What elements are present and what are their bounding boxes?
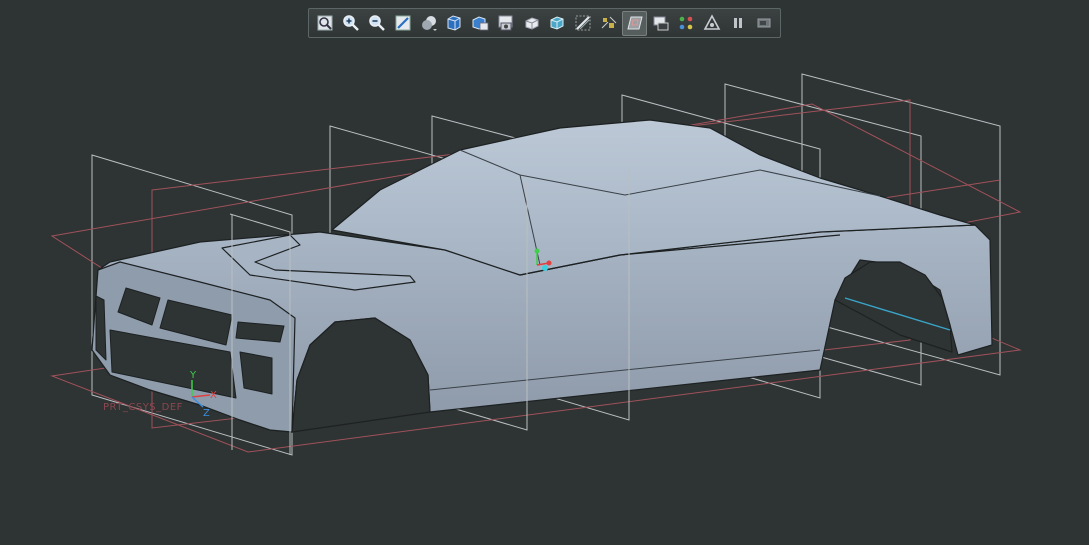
triad-x-label: X [210, 390, 217, 401]
model-view: Y X Z [50, 73, 1022, 456]
csys-label: PRT_CSYS_DEF [103, 402, 183, 413]
triad-y-label: Y [189, 370, 197, 381]
headlight [235, 321, 285, 343]
graphics-viewport[interactable]: Y X Z PRT_CSYS_DEF [0, 0, 1089, 541]
car-body [91, 119, 993, 433]
triad-z-label: Z [203, 408, 210, 419]
